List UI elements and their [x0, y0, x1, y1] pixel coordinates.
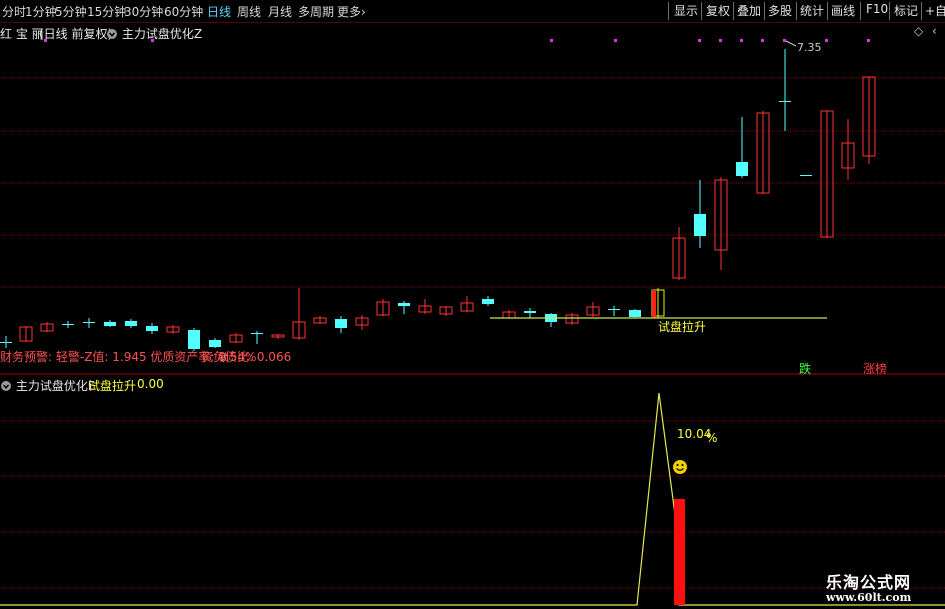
main-indicator-name: 主力试盘优化Z: [121, 27, 203, 41]
main-indicator-selector[interactable]: 主力试盘优化Z: [106, 25, 202, 42]
candle-body-down: [524, 311, 536, 313]
candle-body-down: [125, 321, 137, 326]
candle-body-down: [209, 340, 221, 347]
high-price-label: 7.35: [797, 41, 822, 54]
candle-body-down: [629, 310, 641, 317]
smiley-icon: [672, 459, 688, 478]
signal-candle-accent: [652, 290, 656, 318]
signal-bar: [674, 499, 685, 605]
candle-body-down: [62, 324, 74, 325]
candle-body-down: [482, 299, 494, 304]
top-marker: [825, 39, 828, 42]
candle-body-down: [146, 326, 158, 331]
chevron-left-icon[interactable]: ‹: [932, 24, 937, 38]
high-price-pointer: [785, 40, 797, 47]
top-marker: [550, 39, 553, 42]
candle-body-down: [800, 175, 812, 176]
top-marker: [740, 39, 743, 42]
smiley-face-graphic: [673, 460, 687, 474]
top-marker: [867, 39, 870, 42]
top-marker: [614, 39, 617, 42]
candle-body-down: [779, 101, 791, 102]
candle-body-down: [335, 319, 347, 328]
sub-signal-value: 0.00: [137, 377, 164, 391]
drop-badge[interactable]: 跌: [799, 360, 811, 377]
stock-name: 红 宝 丽: [0, 27, 44, 41]
indicator-line: [0, 392, 945, 606]
sub-indicator-selector[interactable]: 主力试盘优化F: [0, 377, 95, 394]
kline-chart-canvas[interactable]: [0, 0, 945, 609]
candle-body-down: [608, 309, 620, 310]
watermark-title: 乐淘公式网: [826, 573, 912, 592]
candle-body-down: [694, 214, 706, 236]
candle-body-down: [83, 322, 95, 323]
top-marker: [698, 39, 701, 42]
candle-body-down: [251, 333, 263, 334]
top-marker: [719, 39, 722, 42]
candle-body-down: [104, 322, 116, 326]
chevron-down-circle-icon: [107, 29, 117, 39]
debt-ratio: 资负债比: 0.066: [201, 350, 292, 364]
limit-up-badge[interactable]: 涨榜: [863, 360, 887, 377]
candle-body-down: [736, 162, 748, 176]
candle-body-down: [0, 342, 12, 343]
chevron-down-circle-icon: [1, 381, 11, 391]
candle-body-down: [188, 330, 200, 349]
sub-signal-name: 试盘拉升: [88, 379, 137, 393]
signal-label: 试盘拉升: [658, 320, 707, 334]
chart-mode: (日线 前复权): [39, 27, 113, 41]
diamond-icon[interactable]: ◇: [914, 24, 923, 38]
top-marker: [783, 39, 786, 42]
candle-body-down: [398, 303, 410, 306]
top-marker: [761, 39, 764, 42]
percent-glyph: %: [706, 431, 718, 445]
watermark-url: www.60lt.com: [826, 591, 912, 604]
sub-indicator-name: 主力试盘优化F: [15, 379, 95, 393]
